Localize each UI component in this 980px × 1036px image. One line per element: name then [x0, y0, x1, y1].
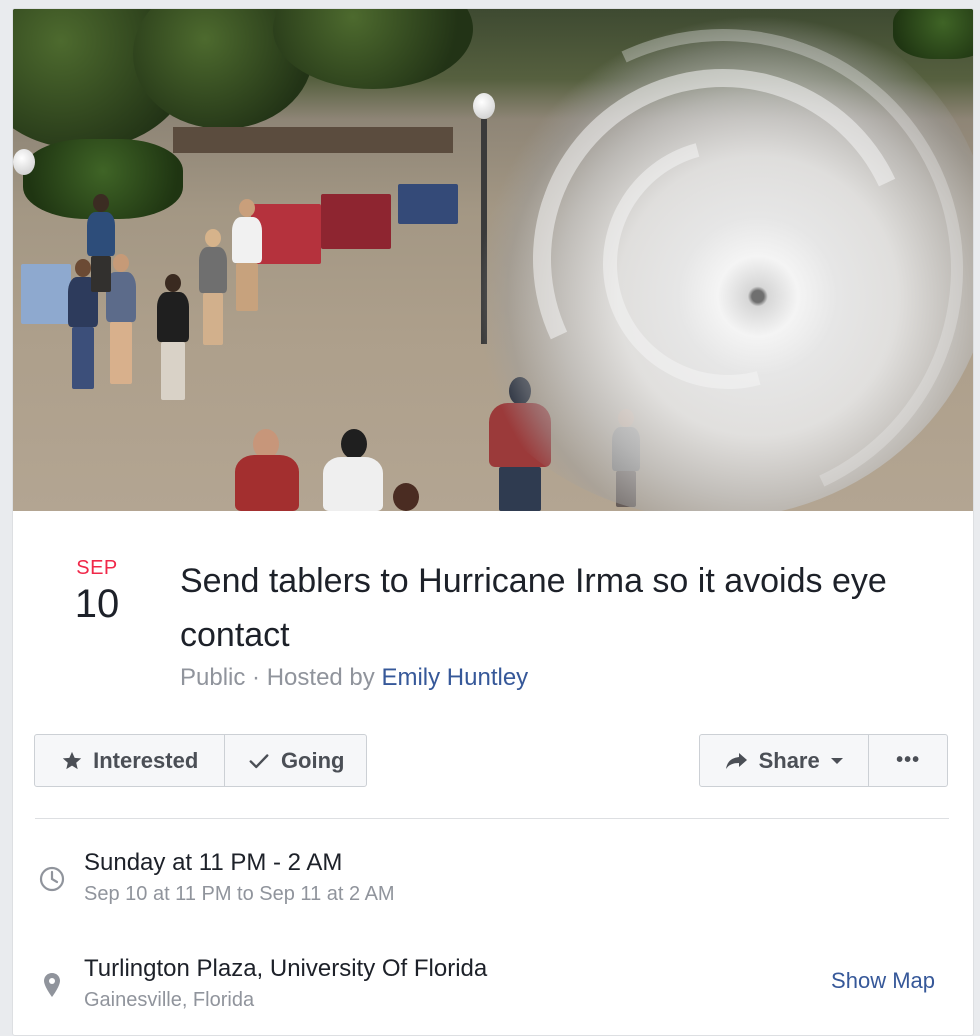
interested-button[interactable]: Interested [35, 735, 224, 786]
share-button[interactable]: Share [700, 735, 868, 786]
clock-icon [39, 866, 65, 892]
more-icon: ••• [896, 749, 921, 771]
person [228, 199, 266, 314]
person [151, 274, 195, 404]
person [195, 229, 231, 349]
person [313, 429, 393, 511]
lamp-globe [13, 149, 35, 175]
person [83, 194, 119, 294]
person [229, 429, 305, 511]
event-time[interactable]: Sunday at 11 PM - 2 AM [84, 849, 342, 877]
share-arrow-icon [725, 752, 747, 769]
bush [893, 9, 973, 59]
event-date: SEP 10 [53, 557, 141, 627]
star-icon [62, 751, 82, 769]
share-label: Share [758, 747, 820, 773]
event-card: SEP 10 Send tablers to Hurricane Irma so… [12, 8, 974, 1036]
event-location[interactable]: Turlington Plaza, University Of Florida [84, 955, 487, 983]
chevron-down-icon [830, 757, 843, 764]
event-time-range: Sep 10 at 11 PM to Sep 11 at 2 AM [84, 883, 395, 905]
event-meta: Public · Hosted by Emily Huntley [180, 664, 528, 692]
going-button[interactable]: Going [224, 735, 366, 786]
event-date-day: 10 [74, 582, 120, 626]
show-map-link[interactable]: Show Map [831, 968, 935, 994]
section-divider [35, 818, 949, 819]
planter-wall [173, 127, 453, 153]
host-link[interactable]: Emily Huntley [381, 664, 528, 691]
more-options-button[interactable]: ••• [868, 735, 947, 786]
event-cover-photo[interactable] [13, 9, 973, 511]
person [385, 483, 425, 511]
share-button-group: Share ••• [699, 734, 948, 787]
red-table [321, 194, 391, 249]
map-pin-icon [44, 973, 60, 997]
rsvp-button-group: Interested Going [34, 734, 367, 787]
event-city: Gainesville, Florida [84, 989, 255, 1011]
going-label: Going [280, 747, 345, 773]
meta-separator: · [252, 664, 261, 691]
hosted-by-label: Hosted by [266, 664, 375, 691]
event-date-month: SEP [76, 557, 118, 579]
event-title: Send tablers to Hurricane Irma so it avo… [180, 562, 887, 654]
interested-label: Interested [93, 747, 199, 773]
event-privacy: Public [180, 664, 246, 691]
check-icon [249, 753, 269, 768]
